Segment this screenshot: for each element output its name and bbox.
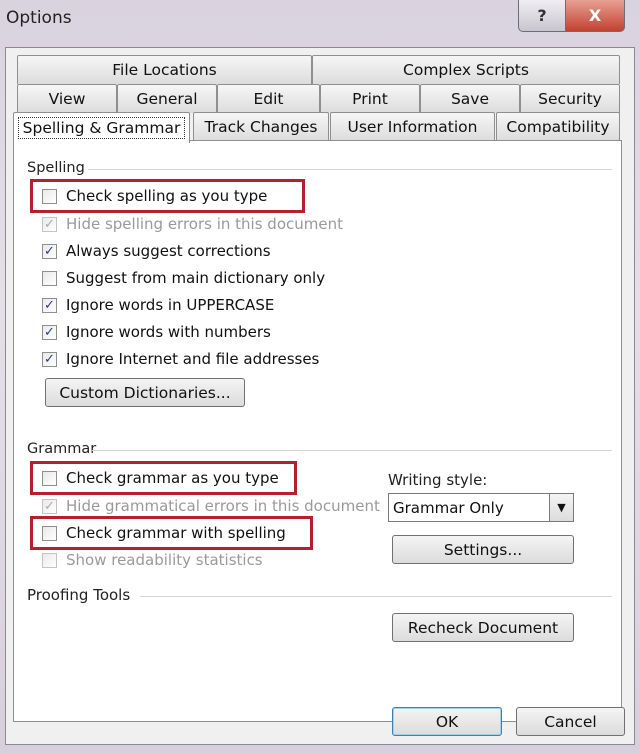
close-button[interactable]: X [565, 0, 625, 32]
tab-label: User Information [347, 118, 478, 136]
tab-security[interactable]: Security [520, 84, 620, 113]
checkbox-hide-grammatical-errors-in-this-document: ✓ Hide grammatical errors in this documen… [42, 496, 380, 516]
checkbox-ignore-internet-and-file-addresses[interactable]: ✓ Ignore Internet and file addresses [42, 349, 319, 369]
checkbox-hide-spelling-errors-in-this-document: ✓ Hide spelling errors in this document [42, 214, 343, 234]
custom-dictionaries-button[interactable]: Custom Dictionaries... [45, 378, 245, 407]
tab-label: Edit [253, 90, 284, 108]
window-title: Options [6, 8, 72, 28]
checkbox-label: Hide spelling errors in this document [66, 215, 343, 233]
checkbox-unchecked-icon[interactable] [42, 270, 57, 286]
highlight-box [30, 179, 306, 213]
checkbox-label: Always suggest corrections [66, 242, 271, 260]
checkbox-label: Ignore Internet and file addresses [66, 350, 320, 368]
recheck-document-button[interactable]: Recheck Document [392, 613, 574, 642]
checkbox-ignore-words-with-numbers[interactable]: ✓ Ignore words with numbers [42, 322, 271, 342]
tab-label: Save [450, 90, 490, 108]
checkbox-label: Suggest from main dictionary only [66, 269, 326, 287]
tab-label: File Locations [112, 61, 217, 79]
checkbox-label: Show readability statistics [66, 551, 263, 569]
checkbox-checked-icon: ✓ [42, 216, 57, 232]
tab-spelling-grammar[interactable]: Spelling & Grammar [13, 112, 190, 143]
checkbox-checked-icon[interactable]: ✓ [42, 243, 57, 259]
tab-print[interactable]: Print [320, 84, 420, 113]
tab-view[interactable]: View [17, 84, 117, 113]
checkbox-unchecked-icon [42, 552, 57, 568]
help-button[interactable]: ? [518, 0, 566, 32]
tab-save[interactable]: Save [420, 84, 520, 113]
ok-button[interactable]: OK [392, 707, 502, 736]
tab-label: Print [352, 90, 388, 108]
tab-label: Complex Scripts [403, 61, 529, 79]
tab-edit[interactable]: Edit [217, 84, 320, 113]
checkbox-suggest-from-main-dictionary-only[interactable]: Suggest from main dictionary only [42, 268, 325, 288]
tab-track-changes[interactable]: Track Changes [193, 112, 329, 141]
tab-complex-scripts[interactable]: Complex Scripts [312, 55, 620, 84]
tab-label: Spelling & Grammar [17, 117, 186, 139]
checkbox-label: Ignore words in UPPERCASE [66, 296, 275, 314]
tab-label: Compatibility [506, 118, 610, 136]
tab-general[interactable]: General [117, 84, 217, 113]
checkbox-checked-icon: ✓ [42, 498, 57, 514]
tab-user-information[interactable]: User Information [330, 112, 495, 141]
checkbox-always-suggest-corrections[interactable]: ✓ Always suggest corrections [42, 241, 271, 261]
spelling-group-label: Spelling [27, 160, 85, 176]
tab-label: View [48, 90, 86, 108]
divider [92, 450, 612, 451]
settings-button[interactable]: Settings... [392, 535, 574, 564]
cancel-button[interactable]: Cancel [516, 707, 625, 736]
tab-label: Track Changes [204, 118, 318, 136]
tab-file-locations[interactable]: File Locations [17, 55, 312, 84]
checkbox-label: Ignore words with numbers [66, 323, 271, 341]
divider [140, 596, 612, 597]
checkbox-checked-icon[interactable]: ✓ [42, 297, 57, 313]
checkbox-checked-icon[interactable]: ✓ [42, 351, 57, 367]
writing-style-value: Grammar Only [393, 498, 504, 517]
tab-label: Security [538, 90, 602, 108]
grammar-group-label: Grammar [27, 441, 97, 457]
highlight-box [30, 461, 297, 495]
divider [88, 169, 612, 170]
checkbox-ignore-words-in-uppercase[interactable]: ✓ Ignore words in UPPERCASE [42, 295, 274, 315]
tab-label: General [136, 90, 198, 108]
checkbox-label: Hide grammatical errors in this document [66, 497, 380, 515]
highlight-box [30, 516, 314, 550]
writing-style-label: Writing style: [388, 471, 488, 489]
checkbox-checked-icon[interactable]: ✓ [42, 324, 57, 340]
proofing-tools-label: Proofing Tools [27, 586, 131, 604]
writing-style-select[interactable]: Grammar Only ▼ [388, 493, 574, 522]
checkbox-show-readability-statistics: Show readability statistics [42, 550, 263, 570]
chevron-down-icon[interactable]: ▼ [549, 494, 573, 521]
tab-compatibility[interactable]: Compatibility [496, 112, 620, 141]
